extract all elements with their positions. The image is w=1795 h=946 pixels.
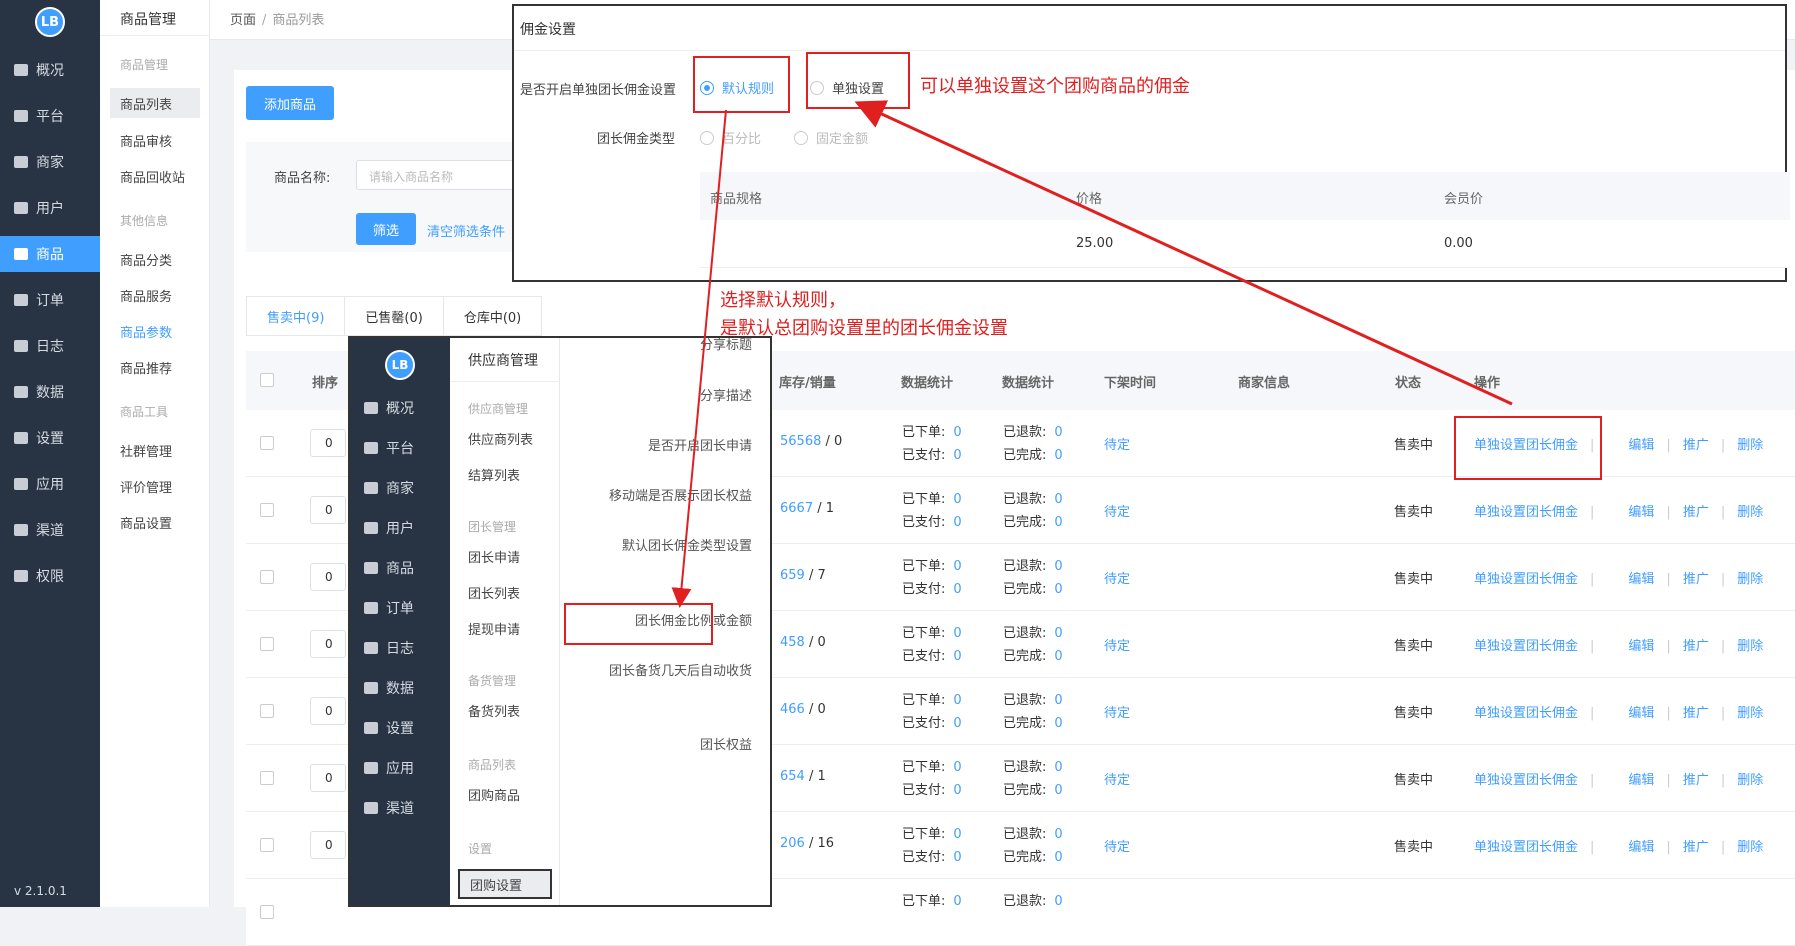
annotation-arrows xyxy=(671,100,1513,608)
arrow-link-to-single xyxy=(854,100,1513,406)
row-checkbox[interactable] xyxy=(260,905,274,919)
arrow-default-to-rate xyxy=(671,109,727,608)
